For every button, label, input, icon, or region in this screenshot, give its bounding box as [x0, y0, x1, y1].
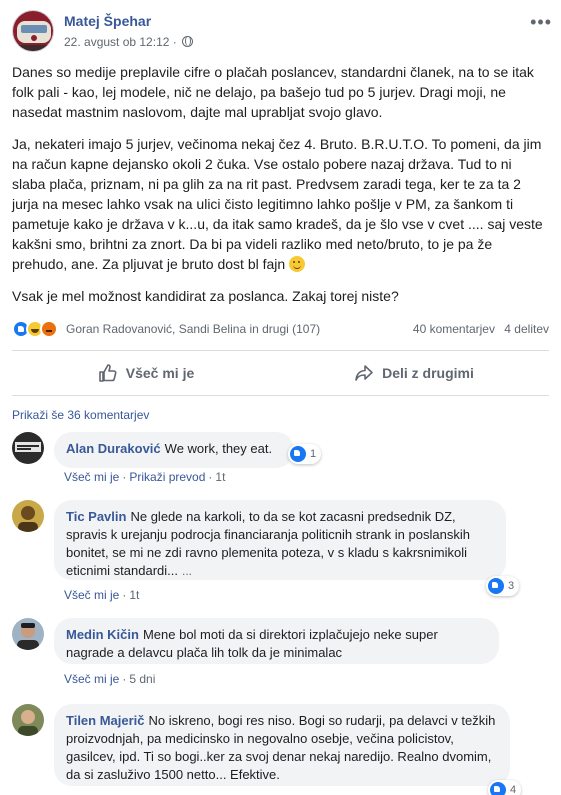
shares-count[interactable]: 4 delitev — [504, 322, 549, 336]
comment-text: Ne glede na karkoli, to da se kot zacasn… — [66, 509, 470, 578]
comment: Alan Duraković We work, they eat. 1 Všeč … — [12, 432, 549, 484]
like-icon — [490, 782, 506, 795]
comment-actions: Všeč mi je · Prikaži prevod · 1t — [64, 470, 226, 484]
comment-reactions[interactable]: 4 — [488, 780, 522, 795]
commenter-name[interactable]: Tic Pavlin — [66, 509, 126, 524]
comment-actions: Všeč mi je · 5 dni — [64, 672, 156, 686]
comment-reactions[interactable]: 1 — [288, 444, 322, 464]
comment-reaction-count: 3 — [508, 580, 515, 592]
reactions-summary: Goran Radovanović, Sandi Belina in drugi… — [12, 320, 549, 340]
post-date[interactable]: 22. avgust ob 12:12 · — [64, 35, 177, 49]
comment-actions: Všeč mi je · 1t — [64, 588, 140, 602]
reaction-names[interactable]: Goran Radovanović, Sandi Belina in drugi… — [66, 322, 320, 336]
author-name[interactable]: Matej Špehar — [64, 13, 151, 29]
comment: Medin Kičin Mene bol moti da si direktori… — [12, 618, 549, 688]
share-button[interactable]: Deli z drugimi — [280, 351, 548, 395]
show-more-comments-link[interactable]: Prikaži še 36 komentarjev — [12, 408, 149, 422]
commenter-avatar[interactable] — [12, 500, 44, 532]
angry-icon — [40, 320, 58, 338]
comment-reaction-count: 1 — [310, 448, 317, 460]
comment-bubble: Tilen Majerič No iskreno, bogi res niso. … — [54, 704, 510, 786]
globe-icon — [182, 36, 194, 47]
post-paragraph: Vsak je mel možnost kandidirat za poslan… — [12, 288, 399, 304]
post-actions: Všeč mi je Deli z drugimi — [12, 350, 549, 396]
engagement-counts: 40 komentarjev 4 delitev — [413, 322, 549, 336]
share-button-label: Deli z drugimi — [382, 365, 474, 381]
commenter-name[interactable]: Medin Kičin — [66, 627, 139, 642]
like-button-label: Všeč mi je — [125, 365, 195, 381]
comment: Tilen Majerič No iskreno, bogi res niso. … — [12, 704, 549, 795]
comment-like-link[interactable]: Všeč mi je — [64, 588, 119, 602]
comment-like-link[interactable]: Všeč mi je — [64, 470, 119, 484]
commenter-avatar[interactable] — [12, 432, 44, 464]
share-icon — [355, 365, 373, 381]
comment-bubble: Medin Kičin Mene bol moti da si direktori… — [54, 618, 499, 664]
comment: Tic Pavlin Ne glede na karkoli, to da se … — [12, 500, 549, 604]
comment-text: We work, they eat. — [164, 441, 273, 456]
comment-reactions[interactable]: 3 — [486, 576, 520, 596]
post-paragraph: Danes so medije preplavile cifre o plača… — [12, 64, 534, 120]
comments-count[interactable]: 40 komentarjev — [413, 322, 495, 336]
commenter-name[interactable]: Alan Duraković — [66, 441, 161, 456]
post-header: Matej Špehar 22. avgust ob 12:12 · ••• — [12, 10, 552, 56]
comment-time[interactable]: 5 dni — [129, 672, 155, 686]
like-button[interactable]: Všeč mi je — [12, 351, 280, 395]
like-icon — [488, 578, 504, 594]
comment-like-link[interactable]: Všeč mi je — [64, 672, 119, 686]
wink-emoji-icon — [289, 256, 306, 272]
commenter-avatar[interactable] — [12, 618, 44, 650]
post-text: Danes so medije preplavile cifre o plača… — [12, 62, 544, 318]
comment-reaction-count: 4 — [510, 784, 517, 795]
comment-time[interactable]: 1t — [215, 470, 225, 484]
commenter-name[interactable]: Tilen Majerič — [66, 713, 145, 728]
comment-bubble: Alan Duraković We work, they eat. — [54, 432, 294, 468]
comment-bubble: Tic Pavlin Ne glede na karkoli, to da se … — [54, 500, 506, 580]
author-avatar[interactable] — [12, 10, 54, 52]
thumbs-up-icon — [98, 364, 117, 382]
more-options-icon[interactable]: ... — [182, 564, 192, 578]
post-meta: 22. avgust ob 12:12 · — [64, 35, 194, 49]
like-icon — [290, 446, 306, 462]
comment-time[interactable]: 1t — [129, 588, 139, 602]
more-options-icon[interactable]: ••• — [530, 12, 552, 33]
commenter-avatar[interactable] — [12, 704, 44, 736]
show-translation-link[interactable]: Prikaži prevod — [129, 470, 205, 484]
post-paragraph: Ja, nekateri imajo 5 jurjev, večinoma ne… — [12, 136, 543, 272]
